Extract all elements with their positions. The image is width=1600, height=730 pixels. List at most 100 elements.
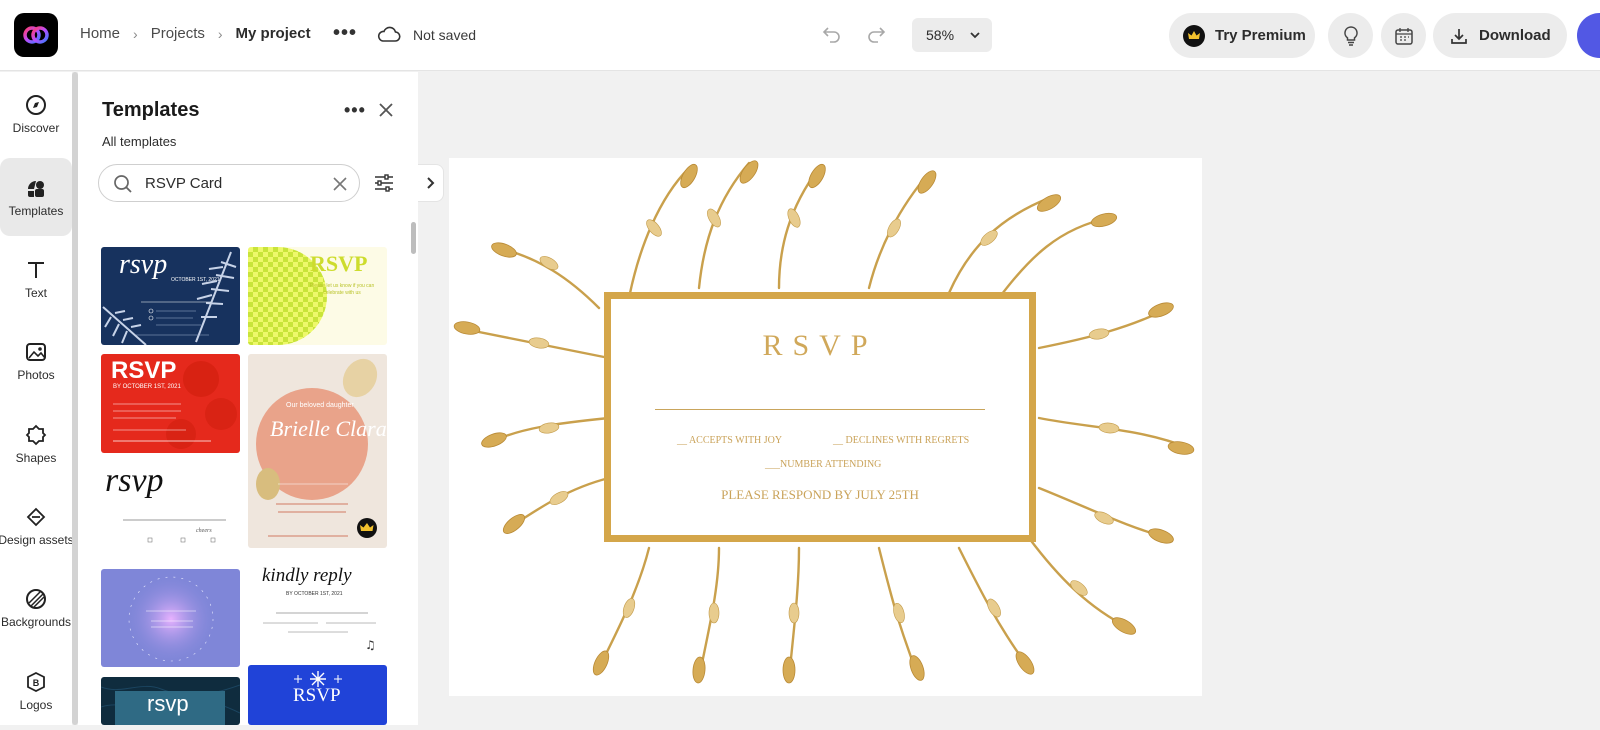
template-title: RSVP: [310, 251, 368, 276]
compass-icon: [26, 94, 46, 115]
collapse-panel-button[interactable]: [418, 164, 444, 202]
search-field[interactable]: [98, 164, 360, 202]
rail-item-text[interactable]: Text: [0, 240, 72, 318]
photos-icon: [26, 342, 46, 361]
logos-icon: B: [27, 671, 45, 692]
template-title: rsvp: [147, 691, 189, 716]
breadcrumb-projects[interactable]: Projects: [151, 25, 205, 42]
creative-cloud-icon: [23, 26, 49, 44]
rail-label: Templates: [8, 203, 64, 218]
zoom-select[interactable]: 58%: [912, 18, 992, 52]
rail-label: Logos: [19, 697, 53, 712]
rail-item-backgrounds[interactable]: Backgrounds: [0, 569, 72, 647]
design-canvas[interactable]: RSVP __ ACCEPTS WITH JOY __ DECLINES WIT…: [449, 158, 1202, 696]
rsvp-card[interactable]: RSVP __ ACCEPTS WITH JOY __ DECLINES WIT…: [604, 292, 1036, 542]
template-title: RSVP: [111, 357, 177, 384]
try-premium-label: Try Premium: [1215, 27, 1306, 44]
template-subtitle: OCTOBER 1ST, 2021: [171, 277, 220, 283]
template-title: Brielle Clara: [270, 416, 387, 441]
download-button[interactable]: Download: [1433, 13, 1567, 58]
calendar-icon: [1394, 27, 1413, 45]
rail-item-shapes[interactable]: Shapes: [0, 405, 72, 483]
rail-item-photos[interactable]: Photos: [0, 322, 72, 400]
undo-icon[interactable]: [822, 24, 842, 44]
panel-more-icon[interactable]: •••: [344, 100, 366, 121]
lightbulb-icon: [1343, 25, 1358, 46]
top-bar: Home › Projects › My project ••• Not sav…: [0, 0, 1600, 71]
rail-item-design-assets[interactable]: Design assets: [0, 487, 74, 565]
download-icon: [1451, 28, 1467, 44]
rail-label: Backgrounds: [0, 614, 72, 629]
template-subtitle: Our beloved daughter: [286, 402, 354, 409]
backgrounds-icon: [26, 588, 46, 609]
search-icon: [114, 175, 132, 193]
rail-label: Text: [24, 285, 47, 300]
redo-icon[interactable]: [866, 24, 886, 44]
template-subtitle: BY OCTOBER 1ST, 2021: [286, 591, 343, 597]
templates-panel: Templates All templates ••• rsvp OCTOBER…: [78, 72, 418, 725]
search-input[interactable]: [145, 173, 325, 193]
filter-icon[interactable]: [373, 172, 395, 194]
template-subtitle: Please let us know if you can celebrate …: [309, 283, 375, 296]
templates-icon: [28, 180, 44, 197]
template-title: RSVP: [293, 685, 341, 706]
rail-label: Shapes: [15, 450, 57, 465]
template-thumbnail[interactable]: ♫ kindly reply BY OCTOBER 1ST, 2021: [248, 557, 387, 655]
zoom-value: 58%: [926, 27, 955, 43]
name-line: [655, 409, 985, 410]
floral-circle-illustration: [256, 358, 378, 538]
rail-item-discover[interactable]: Discover: [0, 75, 72, 153]
breadcrumb: Home › Projects › My project: [80, 25, 311, 42]
svg-text:B: B: [33, 678, 40, 688]
crown-icon: [1183, 24, 1205, 47]
app-logo[interactable]: [14, 13, 58, 57]
rail-item-logos[interactable]: B Logos: [0, 652, 72, 730]
template-title: rsvp: [105, 462, 164, 499]
chevron-right-icon: ›: [217, 25, 223, 42]
rail-item-templates[interactable]: Templates: [0, 158, 72, 236]
left-rail: Discover Templates Text Photos Shapes De…: [0, 72, 74, 725]
svg-text:cheers: cheers: [196, 528, 212, 534]
template-thumbnail[interactable]: [101, 569, 240, 667]
close-icon[interactable]: [378, 102, 394, 118]
save-status: Not saved: [413, 27, 477, 43]
breadcrumb-home[interactable]: Home: [80, 25, 120, 42]
template-thumbnail[interactable]: RSVP BY OCTOBER 1ST, 2021: [101, 354, 240, 453]
more-options-icon[interactable]: •••: [333, 22, 357, 45]
svg-text:♫: ♫: [365, 638, 376, 652]
share-button[interactable]: [1577, 13, 1600, 58]
download-label: Download: [1479, 27, 1551, 44]
panel-scrollbar[interactable]: [411, 222, 416, 254]
rail-label: Photos: [17, 367, 55, 382]
clear-search-icon[interactable]: [332, 176, 348, 192]
schedule-button[interactable]: [1381, 13, 1426, 58]
panel-subtitle[interactable]: All templates: [102, 134, 176, 149]
decline-option[interactable]: __ DECLINES WITH REGRETS: [833, 435, 969, 446]
respond-by-text[interactable]: PLEASE RESPOND BY JULY 25TH: [611, 487, 1029, 503]
template-subtitle: BY OCTOBER 1ST, 2021: [113, 384, 181, 390]
panel-title: Templates: [102, 99, 200, 121]
template-thumbnail[interactable]: RSVP: [248, 665, 387, 725]
design-assets-icon: [26, 507, 46, 526]
template-thumbnail[interactable]: rsvp: [101, 677, 240, 725]
shapes-icon: [25, 424, 47, 445]
template-thumbnail[interactable]: rsvp OCTOBER 1ST, 2021: [101, 247, 240, 345]
chevron-down-icon: [970, 32, 980, 39]
template-title: kindly reply: [262, 565, 352, 586]
try-premium-button[interactable]: Try Premium: [1169, 13, 1315, 58]
chevron-right-icon: [426, 177, 434, 189]
chevron-right-icon: ›: [133, 25, 138, 42]
template-thumbnail[interactable]: Our beloved daughter Brielle Clara: [248, 354, 387, 548]
rail-label: Design assets: [0, 532, 74, 547]
rail-label: Discover: [12, 120, 60, 135]
template-thumbnail[interactable]: cheers rsvp: [101, 462, 240, 558]
purple-glow-illustration: [126, 574, 216, 664]
breadcrumb-current[interactable]: My project: [236, 25, 311, 42]
accept-option[interactable]: __ ACCEPTS WITH JOY: [677, 435, 782, 446]
cloud-icon: [377, 26, 401, 42]
number-attending[interactable]: ___NUMBER ATTENDING: [765, 459, 881, 470]
template-thumbnail[interactable]: RSVP Please let us know if you can celeb…: [248, 247, 387, 345]
rsvp-title[interactable]: RSVP: [611, 329, 1029, 363]
ideas-button[interactable]: [1328, 13, 1373, 58]
template-title: rsvp: [119, 249, 168, 280]
